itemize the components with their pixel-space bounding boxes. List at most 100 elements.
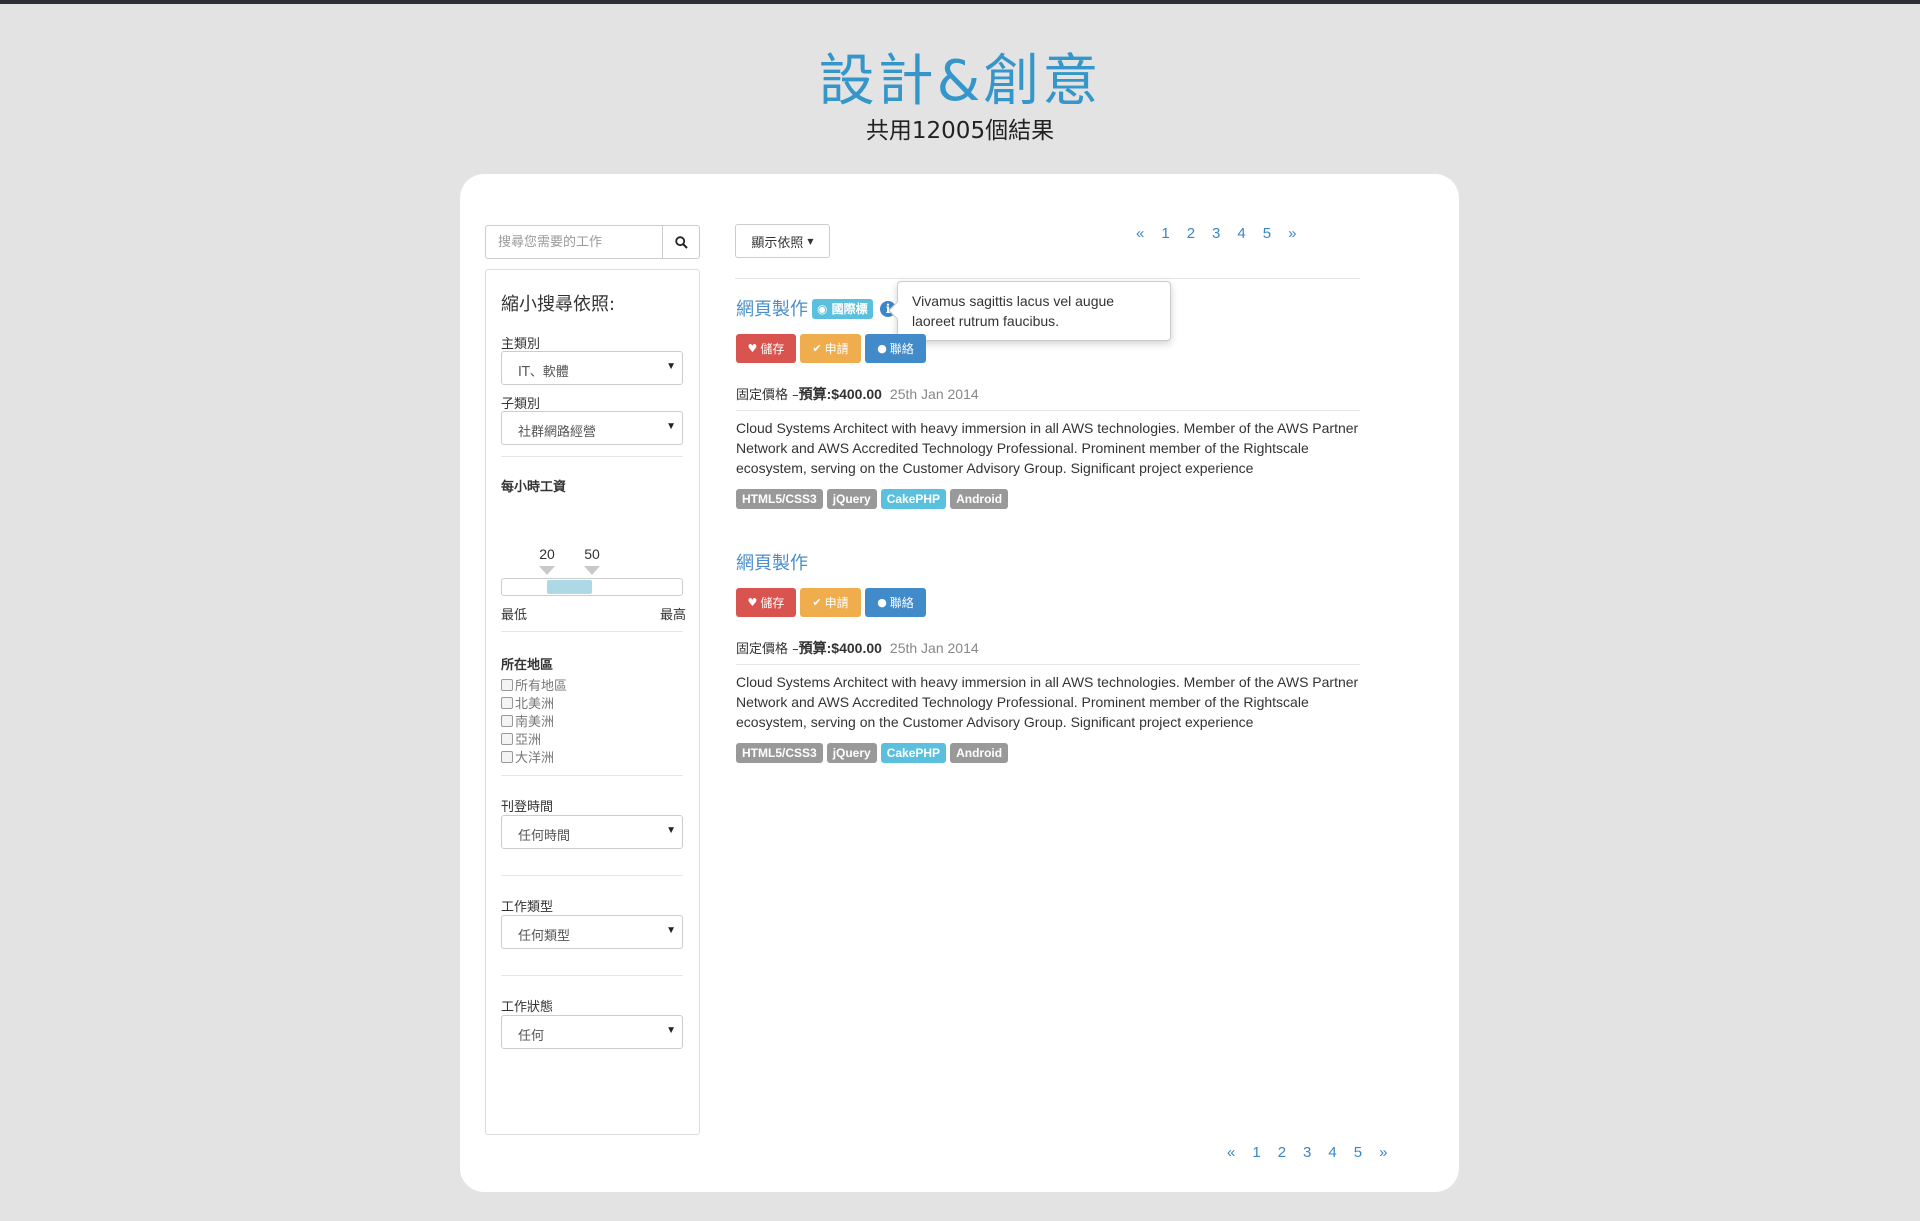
subcategory-select[interactable]: 社群網路經營 ▼ — [501, 411, 683, 445]
contact-button[interactable]: ● 聯絡 — [865, 588, 926, 617]
page-link[interactable]: 3 — [1212, 225, 1220, 242]
category-select[interactable]: IT、軟體 ▼ — [501, 351, 683, 385]
page-link[interactable]: 1 — [1161, 225, 1169, 242]
page-link[interactable]: 4 — [1237, 225, 1245, 242]
caret-down-icon: ▼ — [666, 361, 676, 372]
slider-low-label: 最低 — [501, 608, 528, 623]
skill-tags: HTML5/CSS3 jQuery CakePHP Android — [736, 489, 1009, 509]
divider — [501, 631, 683, 632]
divider — [736, 664, 1360, 665]
subcategory-value: 社群網路經營 — [518, 425, 597, 440]
prev-page-link[interactable]: « — [1136, 225, 1144, 242]
caret-down-icon: ▼ — [666, 825, 676, 836]
post-date: 25th Jan 2014 — [889, 386, 979, 402]
divider — [501, 456, 683, 457]
job-meta: 固定價格 – 預算:$400.00 25th Jan 2014 — [736, 384, 979, 404]
divider — [736, 410, 1360, 411]
skill-tag: HTML5/CSS3 — [736, 743, 823, 763]
contact-button[interactable]: ● 聯絡 — [865, 334, 926, 363]
region-option[interactable]: 北美洲 — [501, 693, 554, 712]
search-box — [485, 225, 700, 259]
region-option[interactable]: 大洋洲 — [501, 747, 554, 766]
region-option[interactable]: 南美洲 — [501, 711, 554, 730]
region-option[interactable]: 亞洲 — [501, 729, 541, 748]
region-option[interactable]: 所有地區 — [501, 675, 567, 694]
results-count: 共用12005個結果 — [865, 118, 1055, 144]
checkbox[interactable] — [501, 732, 513, 745]
comment-icon: ● — [877, 596, 887, 609]
divider — [501, 775, 683, 776]
skill-tag: CakePHP — [880, 743, 947, 763]
post-date: 25th Jan 2014 — [889, 640, 979, 656]
heart-icon: ♥ — [747, 596, 758, 609]
heart-icon: ♥ — [747, 342, 758, 355]
category-label: 主類別 — [501, 337, 541, 352]
search-button[interactable] — [662, 226, 699, 258]
subcategory-label: 子類別 — [501, 397, 541, 412]
search-input[interactable] — [486, 226, 663, 258]
checkbox[interactable] — [501, 678, 513, 691]
job-title-link[interactable]: 網頁製作 — [736, 295, 808, 321]
divider — [501, 875, 683, 876]
prev-page-link[interactable]: « — [1227, 1144, 1235, 1161]
pagination-top: « 1 2 3 4 5 » — [1136, 225, 1296, 242]
slider-selected-range — [547, 580, 592, 594]
save-button[interactable]: ♥ 儲存 — [736, 588, 796, 617]
slider-high-label: 最高 — [659, 608, 686, 623]
page-link[interactable]: 3 — [1303, 1144, 1311, 1161]
divider — [735, 278, 1360, 279]
budget: 預算:$400.00 — [798, 640, 882, 656]
slider-min-value: 20 — [539, 546, 555, 562]
caret-down-icon: ▼ — [666, 421, 676, 432]
caret-down-icon: ▼ — [807, 236, 814, 246]
job-type-select[interactable]: 任何類型 ▼ — [501, 915, 683, 949]
skill-tag: CakePHP — [880, 489, 947, 509]
budget: 預算:$400.00 — [798, 386, 882, 402]
filter-panel: 縮小搜尋依照: 主類別 IT、軟體 ▼ 子類別 社群網路經營 ▼ 每小時工資 2… — [485, 269, 700, 1135]
page-link[interactable]: 2 — [1278, 1144, 1286, 1161]
international-badge: ◉ 國際標 — [812, 299, 873, 319]
job-description: Cloud Systems Architect with heavy immer… — [736, 674, 1359, 730]
price-type: 固定價格 – — [736, 642, 799, 657]
skill-tag: HTML5/CSS3 — [736, 489, 823, 509]
save-button[interactable]: ♥ 儲存 — [736, 334, 796, 363]
job-meta: 固定價格 – 預算:$400.00 25th Jan 2014 — [736, 638, 979, 658]
page-link[interactable]: 1 — [1252, 1144, 1260, 1161]
price-type: 固定價格 – — [736, 388, 799, 403]
job-type-label: 工作類型 — [501, 900, 554, 915]
wage-range-slider[interactable] — [501, 578, 683, 596]
sort-dropdown-button[interactable]: 顯示依照 ▼ — [735, 224, 830, 258]
job-description: Cloud Systems Architect with heavy immer… — [736, 420, 1359, 476]
globe-icon: ◉ — [817, 302, 828, 316]
next-page-link[interactable]: » — [1288, 225, 1296, 242]
info-tooltip: Vivamus sagittis lacus vel augue laoreet… — [888, 281, 1171, 341]
comment-icon: ● — [877, 342, 887, 355]
checkbox[interactable] — [501, 750, 513, 763]
checkbox[interactable] — [501, 714, 513, 727]
page-title: 設計&創意 — [818, 49, 1102, 114]
posted-time-select[interactable]: 任何時間 ▼ — [501, 815, 683, 849]
skill-tag: jQuery — [826, 743, 877, 763]
apply-button[interactable]: ✔ 申請 — [800, 588, 861, 617]
job-status-select[interactable]: 任何 ▼ — [501, 1015, 683, 1049]
job-status-label: 工作狀態 — [501, 1000, 554, 1015]
search-icon — [674, 235, 688, 249]
divider — [501, 975, 683, 976]
slider-max-handle[interactable] — [584, 566, 600, 575]
page-link[interactable]: 5 — [1263, 225, 1271, 242]
slider-min-handle[interactable] — [539, 566, 555, 575]
skill-tag: Android — [950, 743, 1009, 763]
next-page-link[interactable]: » — [1379, 1144, 1387, 1161]
checkbox[interactable] — [501, 696, 513, 709]
top-bar — [0, 0, 1920, 4]
job-title-link[interactable]: 網頁製作 — [736, 549, 808, 575]
region-label: 所在地區 — [501, 658, 554, 673]
slider-max-value: 50 — [584, 546, 600, 562]
skill-tag: Android — [950, 489, 1009, 509]
page-link[interactable]: 4 — [1328, 1144, 1336, 1161]
apply-button[interactable]: ✔ 申請 — [800, 334, 861, 363]
page-link[interactable]: 5 — [1354, 1144, 1362, 1161]
skill-tags: HTML5/CSS3 jQuery CakePHP Android — [736, 743, 1009, 763]
page-link[interactable]: 2 — [1187, 225, 1195, 242]
check-icon: ✔ — [812, 596, 822, 609]
